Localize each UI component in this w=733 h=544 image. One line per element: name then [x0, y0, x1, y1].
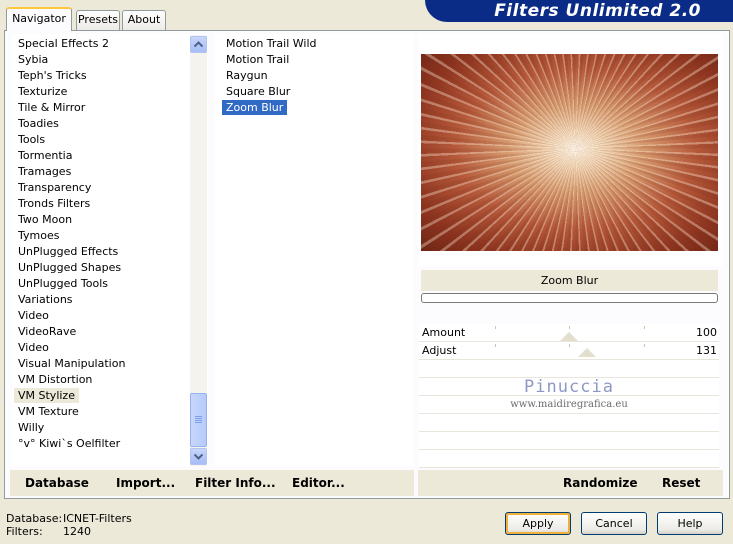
category-item[interactable]: VM Stylize — [14, 388, 79, 403]
tab-about[interactable]: About — [122, 10, 166, 30]
category-item[interactable]: Teph's Tricks — [14, 68, 91, 83]
category-item[interactable]: Tools — [14, 132, 49, 147]
category-item[interactable]: Tormentia — [14, 148, 76, 163]
category-item[interactable]: Transparency — [14, 180, 95, 195]
category-item[interactable]: Visual Manipulation — [14, 356, 129, 371]
help-button[interactable]: Help — [657, 512, 723, 535]
preview-image — [421, 54, 718, 251]
progress-bar — [421, 293, 718, 303]
database-label: Database: — [6, 512, 63, 525]
tab-navigator[interactable]: Navigator — [6, 7, 72, 31]
empty-row — [419, 360, 719, 378]
category-item[interactable]: Two Moon — [14, 212, 76, 227]
slider-value: 131 — [696, 344, 717, 357]
editor-button[interactable]: Editor... — [292, 475, 345, 491]
category-item[interactable]: VM Texture — [14, 404, 83, 419]
toolbar-right: Randomize Reset — [418, 470, 723, 496]
category-item[interactable]: VideoRave — [14, 324, 80, 339]
chevron-up-icon — [194, 41, 203, 48]
category-item[interactable]: Sybia — [14, 52, 52, 67]
filter-info-button[interactable]: Filter Info... — [195, 475, 276, 491]
category-item[interactable]: Tile & Mirror — [14, 100, 89, 115]
toolbar-left: Database Import... Filter Info... Editor… — [10, 470, 414, 496]
adjust-slider-thumb[interactable] — [578, 348, 596, 357]
watermark-name: Pinuccia — [524, 377, 614, 397]
preview-filter-name: Zoom Blur — [421, 270, 718, 291]
database-value: ICNET-Filters — [63, 512, 132, 525]
category-item[interactable]: UnPlugged Tools — [14, 276, 112, 291]
empty-row — [419, 450, 719, 468]
watermark-url: www.maidiregrafica.eu — [510, 399, 628, 410]
tab-presets[interactable]: Presets — [76, 10, 120, 30]
amount-slider-thumb[interactable] — [560, 332, 578, 341]
scroll-down-button[interactable] — [190, 448, 207, 465]
category-item[interactable]: UnPlugged Shapes — [14, 260, 125, 275]
import-button[interactable]: Import... — [116, 475, 175, 491]
category-item[interactable]: UnPlugged Effects — [14, 244, 122, 259]
cancel-button[interactable]: Cancel — [581, 512, 647, 535]
empty-row — [419, 432, 719, 450]
filters-label: Filters: — [6, 525, 43, 538]
filter-item[interactable]: Zoom Blur — [222, 100, 288, 115]
category-item[interactable]: Special Effects 2 — [14, 36, 113, 51]
filter-item[interactable]: Raygun — [222, 68, 272, 83]
category-item[interactable]: Willy — [14, 420, 48, 435]
category-item[interactable]: VM Distortion — [14, 372, 96, 387]
slider-label: Amount — [422, 326, 466, 339]
category-item[interactable]: °v° Kiwi`s Oelfilter — [14, 436, 124, 451]
scroll-thumb[interactable] — [190, 393, 207, 447]
filter-list[interactable]: Motion Trail Wild Motion Trail Raygun Squar… — [215, 34, 414, 466]
slider-value: 100 — [696, 326, 717, 339]
category-item[interactable]: Texturize — [14, 84, 71, 99]
category-item[interactable]: Video — [14, 340, 53, 355]
filter-item[interactable]: Square Blur — [222, 84, 294, 99]
category-scrollbar[interactable] — [190, 35, 207, 466]
filter-item[interactable]: Motion Trail — [222, 52, 293, 67]
category-item[interactable]: Tymoes — [14, 228, 63, 243]
apply-button[interactable]: Apply — [505, 512, 571, 535]
filters-count: 1240 — [63, 525, 91, 538]
filter-item[interactable]: Motion Trail Wild — [222, 36, 321, 51]
empty-row — [419, 414, 719, 432]
randomize-button[interactable]: Randomize — [563, 475, 637, 491]
reset-button[interactable]: Reset — [662, 475, 700, 491]
app-banner-title: Filters Unlimited 2.0 — [425, 0, 733, 22]
category-item[interactable]: Video — [14, 308, 53, 323]
slider-label: Adjust — [422, 344, 457, 357]
database-button[interactable]: Database — [25, 475, 89, 491]
category-list[interactable]: Special Effects 2 Sybia Teph's Tricks Textu… — [12, 34, 208, 466]
category-item[interactable]: Tronds Filters — [14, 196, 94, 211]
chevron-down-icon — [194, 453, 203, 460]
category-item[interactable]: Tramages — [14, 164, 75, 179]
category-item[interactable]: Variations — [14, 292, 77, 307]
category-item[interactable]: Toadies — [14, 116, 63, 131]
scroll-up-button[interactable] — [190, 36, 207, 53]
